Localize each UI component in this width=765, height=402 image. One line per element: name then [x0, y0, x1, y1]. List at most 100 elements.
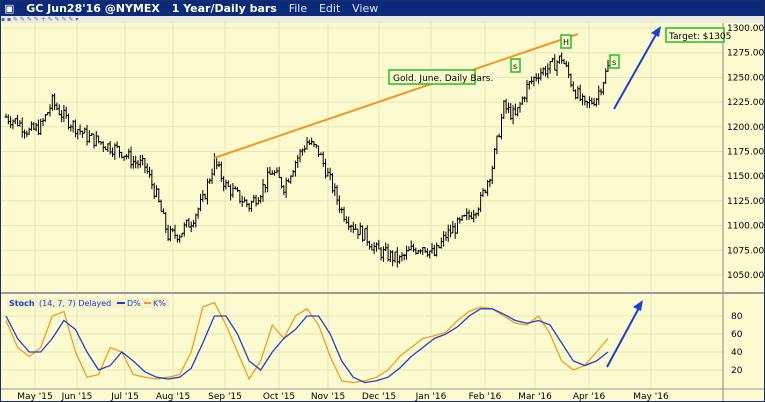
price-bar — [402, 253, 406, 261]
price-bar — [305, 137, 309, 150]
price-tick-label: 1300.00 — [727, 24, 764, 34]
price-bar — [6, 114, 10, 125]
price-tick-label: 1200.00 — [727, 123, 764, 133]
chart-label: Gold. June. Daily Bars. — [393, 74, 493, 84]
date-tick-label: Jun '15 — [61, 392, 93, 401]
price-bar — [27, 127, 31, 136]
price-bar — [386, 243, 390, 262]
price-bar — [178, 234, 182, 243]
price-bar — [539, 67, 543, 81]
price-bar — [85, 125, 89, 146]
stoch-tick-label: 20 — [731, 366, 743, 376]
price-bar — [60, 110, 64, 123]
price-bar — [363, 228, 367, 241]
price-bar — [161, 208, 165, 214]
price-bar — [168, 225, 172, 242]
date-tick-label: May '15 — [17, 392, 52, 401]
price-bar — [145, 163, 149, 174]
price-bar — [266, 167, 270, 193]
stoch-tick-label: 80 — [731, 312, 743, 322]
price-bar — [263, 184, 267, 193]
price-bar — [486, 179, 490, 196]
price-bar — [64, 106, 68, 119]
price-bar — [138, 154, 142, 168]
stoch-k-line — [5, 301, 609, 384]
legend-d: D% — [127, 299, 141, 308]
price-bar — [356, 228, 360, 240]
price-bar — [502, 100, 506, 119]
stoch-title: Stoch — [9, 299, 35, 308]
price-bar — [141, 154, 145, 166]
price-bar — [101, 141, 105, 153]
price-bar — [578, 84, 582, 102]
date-tick-label: Dec '15 — [362, 392, 396, 401]
stoch-params[interactable]: (14, 7, 7) Delayed — [39, 299, 111, 308]
price-tick-label: 1175.00 — [727, 148, 764, 158]
price-bar — [446, 224, 450, 242]
price-bar — [606, 59, 610, 72]
price-bar — [601, 81, 605, 95]
price-bar — [48, 104, 52, 117]
date-tick-label: Aug '15 — [156, 392, 190, 401]
price-bar — [425, 248, 429, 257]
price-bar — [242, 197, 246, 203]
price-bar — [293, 160, 297, 177]
price-tick-label: 1050.00 — [727, 271, 764, 281]
price-bar — [198, 193, 202, 212]
price-bar — [131, 156, 135, 169]
price-bar — [370, 243, 374, 251]
price-bar — [307, 139, 311, 145]
price-bar — [405, 245, 409, 260]
price-bar — [106, 143, 110, 153]
price-bar — [134, 155, 138, 169]
price-bar — [571, 81, 575, 92]
price-bar — [481, 188, 485, 198]
price-bar — [358, 222, 362, 236]
stoch-arrow — [606, 305, 641, 368]
price-bar — [340, 207, 344, 214]
price-bar — [458, 217, 462, 224]
price-bar — [236, 186, 240, 193]
shoulder-left-label: s — [513, 62, 517, 71]
price-bar — [368, 240, 372, 250]
price-bar — [372, 242, 376, 255]
price-bar — [509, 103, 513, 121]
price-bar — [439, 237, 443, 249]
price-bar — [400, 252, 404, 262]
legend-k: K% — [153, 299, 166, 308]
date-tick-label: Sep '15 — [208, 392, 242, 401]
price-tick-label: 1225.00 — [727, 98, 764, 108]
price-bar — [62, 104, 66, 123]
price-bar — [275, 167, 279, 174]
price-bar — [516, 106, 520, 117]
target-label: Target: $1305 — [668, 32, 731, 42]
price-bar — [23, 129, 27, 139]
price-bar — [391, 250, 395, 267]
price-bar — [29, 121, 33, 131]
price-bar — [111, 147, 115, 158]
price-bar — [282, 185, 286, 196]
price-bar — [525, 79, 529, 103]
stoch-arrowhead — [633, 300, 643, 311]
price-bar — [377, 239, 381, 250]
price-bar — [231, 183, 235, 198]
price-bar — [467, 209, 471, 221]
price-bar — [546, 63, 550, 79]
date-tick-label: Apr '16 — [573, 392, 606, 401]
price-bar — [175, 234, 179, 243]
price-bar — [337, 195, 341, 213]
price-bar — [259, 194, 263, 204]
price-bar — [379, 247, 383, 261]
price-bar — [208, 178, 212, 184]
price-bar — [557, 55, 561, 64]
price-bar — [328, 167, 332, 181]
price-bar — [381, 246, 385, 262]
date-tick-label: Jul '15 — [110, 392, 139, 401]
price-bar — [435, 242, 439, 257]
price-bar — [115, 141, 119, 149]
date-tick-label: Nov '15 — [311, 392, 345, 401]
price-bar — [185, 219, 189, 228]
price-bar — [217, 161, 221, 168]
price-bar — [365, 225, 369, 246]
price-bar — [92, 133, 96, 149]
